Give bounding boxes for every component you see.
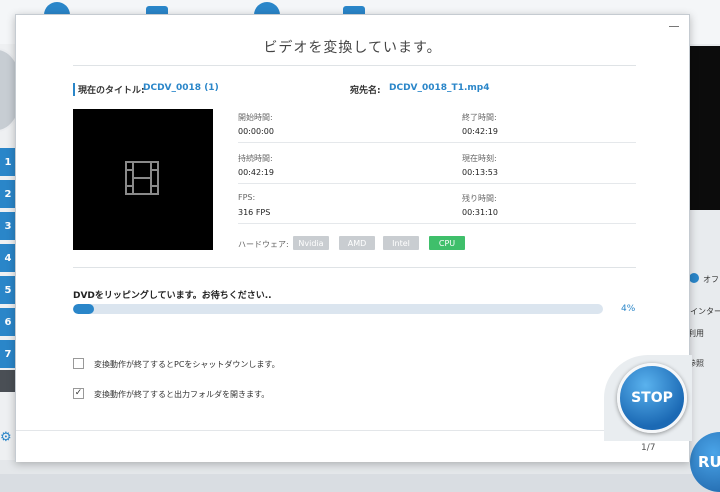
hardware-option-cpu[interactable]: CPU [429,236,465,250]
preview-window [690,46,720,210]
end-time-label: 終了時間: [462,113,497,122]
hardware-option-intel[interactable]: Intel [383,236,419,250]
duration-value: 00:42:19 [238,168,274,177]
start-time-label: 開始時間: [238,113,273,122]
title-tab-7[interactable]: 7 [0,340,16,368]
film-icon [125,161,159,195]
options-gear-icon[interactable] [689,273,699,283]
progress-bar-fill [73,304,95,314]
conversion-dialog: ビデオを変換しています。 現在のタイトル: DCDV_0018 (1) 宛先名:… [15,14,692,462]
open-folder-checkbox[interactable]: ✓ [73,388,84,399]
dialog-footer [16,430,689,462]
page-indicator: 1/7 [641,443,656,453]
destination-value: DCDV_0018_T1.mp4 [389,83,490,93]
end-time-value: 00:42:19 [462,127,498,136]
title-tab-2[interactable]: 2 [0,180,16,208]
progress-status-text: DVDをリッピングしています。お待ちください.. [73,291,272,301]
info-divider [238,142,636,143]
title-tab-3[interactable]: 3 [0,212,16,240]
fps-value: 316 FPS [238,208,271,217]
duration-label: 持続時間: [238,154,273,163]
title-tab-6[interactable]: 6 [0,308,16,336]
title-tab-1[interactable]: 1 [0,148,16,176]
start-time-value: 00:00:00 [238,127,274,136]
open-folder-option-label[interactable]: 変換動作が終了すると出力フォルダを開きます。 [94,389,269,400]
title-divider [73,65,636,66]
video-preview [73,109,213,250]
current-title-value: DCDV_0018 (1) [143,83,219,93]
current-time-label: 現在時刻: [462,154,497,163]
title-tab-5[interactable]: 5 [0,276,16,304]
title-tab-4[interactable]: 4 [0,244,16,272]
stop-button[interactable]: STOP [617,363,687,433]
current-time-value: 00:13:53 [462,168,498,177]
progress-bar [73,304,603,314]
section-divider [73,267,636,268]
current-title-label: 現在のタイトル: [73,83,145,96]
dialog-title: ビデオを変換しています。 [263,40,442,56]
hardware-option-amd[interactable]: AMD [339,236,375,250]
hardware-label: ハードウェア: [238,240,289,249]
settings-gear-icon[interactable]: ⚙ [0,430,12,445]
remaining-time-label: 残り時間: [462,194,497,203]
destination-label: 宛先名: [350,86,381,96]
right-text-off: オフ [703,275,719,284]
hardware-option-nvidia[interactable]: Nvidia [293,236,329,250]
info-divider [238,223,636,224]
shutdown-checkbox[interactable] [73,358,84,369]
info-divider [238,183,636,184]
app-bottom-bar [0,460,720,474]
right-text-interlace: インターレ [690,307,720,316]
shutdown-option-label[interactable]: 変換動作が終了するとPCをシャットダウンします。 [94,359,280,370]
remaining-time-value: 00:31:10 [462,208,498,217]
minimize-button[interactable] [667,19,681,33]
progress-percent: 4% [621,304,636,314]
fps-label: FPS: [238,193,256,202]
right-text-use: 利用 [688,329,704,338]
